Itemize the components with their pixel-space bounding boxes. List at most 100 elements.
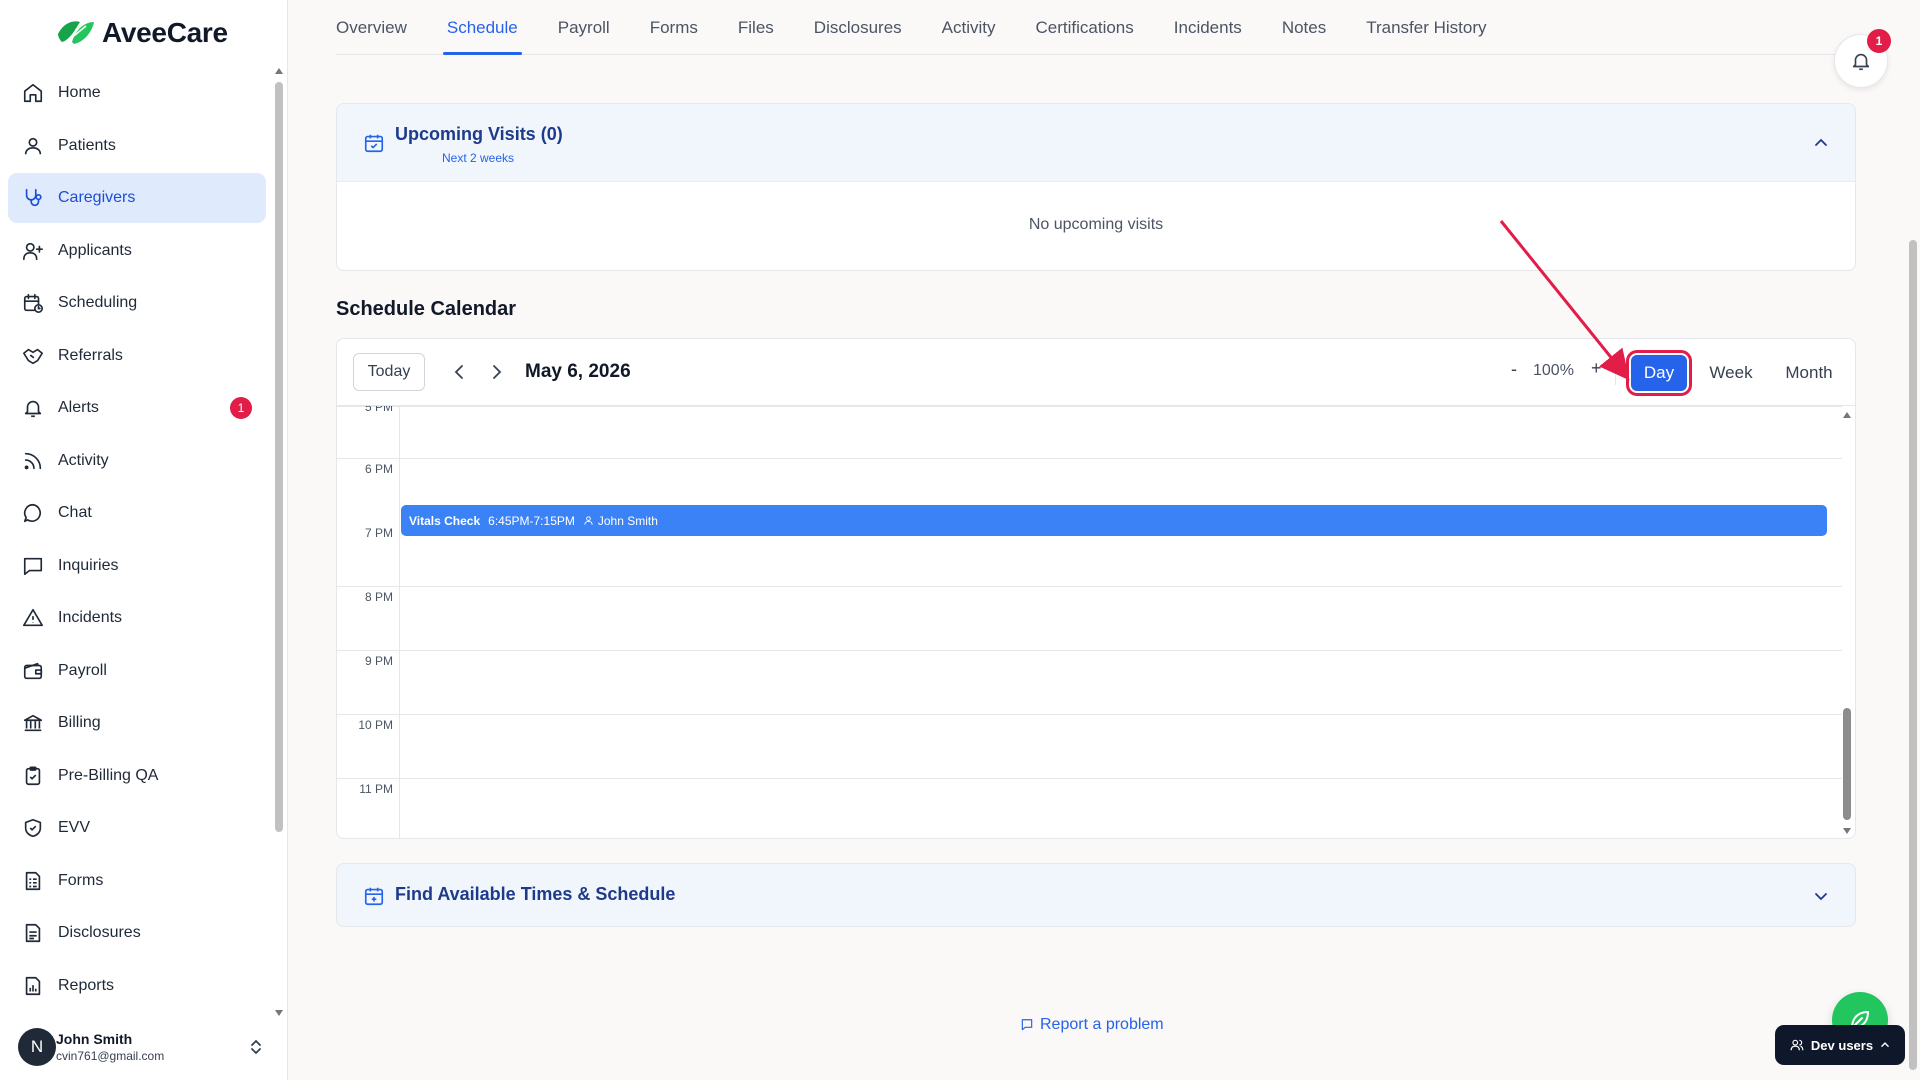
toolbar-divider	[1615, 361, 1616, 385]
sidebar-item-label: Alerts	[58, 399, 99, 416]
dev-users-label: Dev users	[1810, 1037, 1874, 1053]
chevron-up-icon[interactable]	[1813, 135, 1829, 151]
zoom-in-button[interactable]: +	[1591, 358, 1602, 379]
tab-payroll[interactable]: Payroll	[558, 0, 630, 55]
calendar-event[interactable]: Vitals Check 6:45PM-7:15PM John Smith	[401, 505, 1827, 536]
sidebar-item-disclosures[interactable]: Disclosures	[8, 908, 266, 958]
tab-incidents[interactable]: Incidents	[1174, 0, 1262, 55]
page-scroll-thumb[interactable]	[1909, 240, 1917, 1070]
sidebar-item-forms[interactable]: Forms	[8, 856, 266, 906]
dev-users-button[interactable]: Dev users	[1775, 1025, 1905, 1065]
today-button[interactable]: Today	[353, 353, 425, 391]
tab-disclosures[interactable]: Disclosures	[814, 0, 922, 55]
view-week-button[interactable]: Week	[1701, 355, 1761, 391]
hour-label: 9 PM	[364, 654, 393, 668]
schedule-calendar-heading: Schedule Calendar	[336, 298, 517, 320]
warning-triangle-icon	[23, 608, 43, 627]
scroll-down-arrow-icon[interactable]	[1843, 828, 1851, 834]
user-menu[interactable]: N John Smith cvin761@gmail.com	[18, 1024, 274, 1070]
calendar-scrollbar[interactable]	[1840, 406, 1854, 838]
sidebar-item-scheduling[interactable]: Scheduling	[8, 278, 266, 328]
handshake-icon	[23, 348, 43, 364]
sidebar-item-billing[interactable]: Billing	[8, 698, 266, 748]
sidebar: AveeCare Home Patients Caregivers Applic…	[0, 0, 288, 1080]
notifications-button[interactable]: 1	[1834, 29, 1891, 88]
chevron-down-icon[interactable]	[1813, 888, 1829, 904]
chevron-left-icon[interactable]	[451, 363, 469, 381]
find-available-times-card[interactable]: Find Available Times & Schedule	[336, 863, 1856, 927]
view-month-button[interactable]: Month	[1775, 355, 1843, 391]
tab-forms[interactable]: Forms	[650, 0, 718, 55]
calendar-day-grid[interactable]: 5 PM 6 PM 7 PM 8 PM 9 PM 10 PM 11 PM Vit…	[337, 406, 1855, 838]
scroll-up-arrow-icon[interactable]	[275, 68, 283, 74]
sidebar-scroll-thumb[interactable]	[275, 82, 283, 832]
sidebar-scrollbar[interactable]	[274, 68, 284, 1016]
sidebar-item-chat[interactable]: Chat	[8, 488, 266, 538]
sidebar-item-caregivers[interactable]: Caregivers	[8, 173, 266, 223]
calendar-current-date: May 6, 2026	[525, 361, 631, 382]
flag-message-icon	[1021, 1019, 1033, 1031]
chevron-right-icon[interactable]	[487, 363, 505, 381]
zoom-out-button[interactable]: -	[1511, 359, 1517, 380]
scroll-up-arrow-icon[interactable]	[1843, 412, 1851, 418]
logo[interactable]: AveeCare	[56, 16, 228, 50]
sidebar-item-alerts[interactable]: Alerts 1	[8, 383, 266, 433]
hour-label: 8 PM	[364, 590, 393, 604]
user-info: John Smith cvin761@gmail.com	[56, 1031, 164, 1063]
sidebar-item-applicants[interactable]: Applicants	[8, 226, 266, 276]
event-assignee-name: John Smith	[597, 513, 658, 528]
sidebar-item-patients[interactable]: Patients	[8, 121, 266, 171]
report-icon	[25, 976, 41, 995]
page-scrollbar[interactable]	[1906, 0, 1920, 1080]
event-title: Vitals Check	[409, 513, 481, 528]
user-email: cvin761@gmail.com	[56, 1049, 165, 1063]
empty-state-text: No upcoming visits	[1028, 216, 1164, 233]
tab-activity[interactable]: Activity	[942, 0, 1016, 55]
calendar-scroll-thumb[interactable]	[1843, 708, 1851, 820]
calendar-clock-icon	[23, 293, 43, 313]
users-icon	[1790, 1039, 1804, 1051]
zoom-level: 100%	[1533, 362, 1574, 379]
sidebar-item-home[interactable]: Home	[8, 68, 266, 118]
tab-transfer-history[interactable]: Transfer History	[1366, 0, 1506, 55]
hour-label: 7 PM	[364, 526, 393, 540]
upcoming-visits-header[interactable]: Upcoming Visits (0) Next 2 weeks	[337, 104, 1855, 182]
sidebar-item-reports[interactable]: Reports	[8, 961, 266, 1011]
tab-notes[interactable]: Notes	[1282, 0, 1346, 55]
sidebar-item-label: Scheduling	[58, 294, 138, 311]
sidebar-item-label: Caregivers	[58, 189, 136, 206]
sidebar-item-inquiries[interactable]: Inquiries	[8, 541, 266, 591]
event-time: 6:45PM-7:15PM	[488, 513, 575, 528]
sidebar-item-evv[interactable]: EVV	[8, 803, 266, 853]
sidebar-item-label: Reports	[58, 976, 115, 994]
tab-files[interactable]: Files	[738, 0, 794, 55]
stethoscope-icon	[25, 188, 42, 207]
tab-certifications[interactable]: Certifications	[1036, 0, 1154, 55]
sidebar-item-payroll[interactable]: Payroll	[8, 646, 266, 696]
user-icon	[584, 516, 593, 525]
bell-icon	[24, 400, 42, 418]
upcoming-visits-card: Upcoming Visits (0) Next 2 weeks No upco…	[336, 103, 1856, 271]
find-available-times-title: Find Available Times & Schedule	[395, 884, 676, 904]
sidebar-item-activity[interactable]: Activity	[8, 436, 266, 486]
tab-schedule[interactable]: Schedule	[442, 0, 538, 55]
report-problem-link[interactable]: Report a problem	[1020, 1016, 1164, 1034]
scroll-down-arrow-icon[interactable]	[275, 1010, 283, 1016]
sidebar-item-incidents[interactable]: Incidents	[8, 593, 266, 643]
sidebar-item-pre-billing-qa[interactable]: Pre-Billing QA	[8, 751, 266, 801]
chevron-up-down-icon	[251, 1039, 261, 1055]
hour-gridline	[337, 406, 1842, 407]
hour-gridline	[337, 586, 1842, 587]
sidebar-item-label: Pre-Billing QA	[58, 766, 159, 784]
sidebar-item-label: EVV	[58, 819, 91, 836]
calendar-plus-icon	[364, 887, 384, 906]
user-name: John Smith	[56, 1031, 133, 1047]
user-plus-icon	[23, 242, 43, 260]
leaf-logo-icon	[58, 21, 94, 45]
view-day-button[interactable]: Day	[1626, 350, 1692, 396]
sidebar-item-referrals[interactable]: Referrals	[8, 331, 266, 381]
profile-tabs: Overview Schedule Payroll Forms Files Di…	[336, 0, 1856, 55]
schedule-calendar: Today May 6, 2026 - 100% + Day Week Mont…	[336, 338, 1856, 839]
rss-icon	[24, 452, 42, 469]
tab-overview[interactable]: Overview	[336, 0, 427, 55]
